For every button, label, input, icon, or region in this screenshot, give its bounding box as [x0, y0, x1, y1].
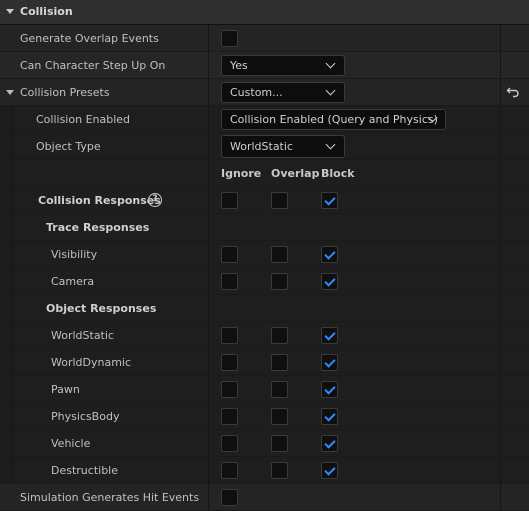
- ignore-checkbox[interactable]: [221, 435, 238, 452]
- row-worldstatic: WorldStatic: [0, 322, 529, 349]
- collision-presets-value: Custom...: [230, 86, 283, 99]
- block-checkbox[interactable]: [321, 354, 338, 371]
- object-type-dropdown[interactable]: WorldStatic: [221, 135, 345, 158]
- row-collision-presets: Collision Presets Custom...: [0, 79, 529, 106]
- row-object-responses: Object Responses: [0, 295, 529, 322]
- block-checkbox[interactable]: [321, 246, 338, 263]
- ignore-checkbox[interactable]: [221, 246, 238, 263]
- help-circle-icon[interactable]: ?: [148, 193, 162, 207]
- row-collision-enabled: Collision Enabled Collision Enabled (Que…: [0, 106, 529, 133]
- expand-arrow-icon[interactable]: [6, 90, 14, 95]
- overlap-checkbox[interactable]: [271, 273, 288, 290]
- generate-overlap-checkbox[interactable]: [221, 30, 238, 47]
- column-ignore: Ignore: [221, 167, 262, 180]
- row-generate-overlap: Generate Overlap Events: [0, 25, 529, 52]
- overlap-checkbox[interactable]: [271, 435, 288, 452]
- row-vehicle: Vehicle: [0, 430, 529, 457]
- block-checkbox[interactable]: [321, 192, 338, 209]
- overlap-checkbox[interactable]: [271, 327, 288, 344]
- collision-presets-label: Collision Presets: [20, 86, 110, 99]
- block-checkbox[interactable]: [321, 462, 338, 479]
- collision-enabled-value: Collision Enabled (Query and Physics): [230, 113, 438, 126]
- block-checkbox[interactable]: [321, 435, 338, 452]
- collapse-arrow-icon[interactable]: [6, 9, 14, 14]
- object-type-label: Object Type: [36, 140, 101, 153]
- destructible-label: Destructible: [51, 464, 118, 477]
- step-up-dropdown[interactable]: Yes: [221, 55, 345, 76]
- ignore-checkbox[interactable]: [221, 273, 238, 290]
- ignore-checkbox[interactable]: [221, 462, 238, 479]
- collision-enabled-label: Collision Enabled: [36, 113, 131, 126]
- pawn-label: Pawn: [51, 383, 80, 396]
- ignore-checkbox[interactable]: [221, 354, 238, 371]
- trace-responses-label: Trace Responses: [46, 221, 150, 234]
- object-responses-label: Object Responses: [46, 302, 157, 315]
- overlap-checkbox[interactable]: [271, 192, 288, 209]
- chevron-down-icon: [325, 58, 336, 69]
- row-worlddynamic: WorldDynamic: [0, 349, 529, 376]
- generate-overlap-label: Generate Overlap Events: [20, 32, 159, 45]
- ignore-checkbox[interactable]: [221, 381, 238, 398]
- section-title: Collision: [20, 5, 73, 18]
- object-type-value: WorldStatic: [230, 140, 293, 153]
- row-sim-hit-events: Simulation Generates Hit Events: [0, 484, 529, 511]
- block-checkbox[interactable]: [321, 408, 338, 425]
- overlap-checkbox[interactable]: [271, 408, 288, 425]
- row-destructible: Destructible: [0, 457, 529, 484]
- row-visibility: Visibility: [0, 241, 529, 268]
- block-checkbox[interactable]: [321, 327, 338, 344]
- collision-enabled-dropdown[interactable]: Collision Enabled (Query and Physics): [221, 109, 446, 130]
- row-trace-responses: Trace Responses: [0, 214, 529, 241]
- row-pawn: Pawn: [0, 376, 529, 403]
- row-column-headers: Ignore Overlap Block: [0, 160, 529, 187]
- ignore-checkbox[interactable]: [221, 192, 238, 209]
- overlap-checkbox[interactable]: [271, 381, 288, 398]
- column-overlap: Overlap: [271, 167, 320, 180]
- reset-arrow-icon[interactable]: [506, 85, 520, 99]
- row-object-type: Object Type WorldStatic: [0, 133, 529, 160]
- collision-responses-label: Collision Responses: [38, 194, 161, 207]
- collision-section-header[interactable]: Collision: [0, 0, 529, 25]
- chevron-down-icon: [325, 85, 336, 96]
- row-camera: Camera: [0, 268, 529, 295]
- row-step-up: Can Character Step Up On Yes: [0, 52, 529, 79]
- step-up-value: Yes: [230, 59, 248, 72]
- block-checkbox[interactable]: [321, 381, 338, 398]
- camera-label: Camera: [51, 275, 95, 288]
- row-physicsbody: PhysicsBody: [0, 403, 529, 430]
- overlap-checkbox[interactable]: [271, 246, 288, 263]
- vehicle-label: Vehicle: [51, 437, 91, 450]
- sim-hit-events-checkbox[interactable]: [221, 489, 238, 506]
- row-collision-responses: Collision Responses ?: [0, 187, 529, 214]
- chevron-down-icon: [325, 139, 336, 150]
- worldstatic-label: WorldStatic: [51, 329, 114, 342]
- sim-hit-events-label: Simulation Generates Hit Events: [20, 491, 200, 504]
- column-block: Block: [321, 167, 355, 180]
- worlddynamic-label: WorldDynamic: [51, 356, 132, 369]
- overlap-checkbox[interactable]: [271, 462, 288, 479]
- step-up-label: Can Character Step Up On: [20, 59, 166, 72]
- visibility-label: Visibility: [51, 248, 98, 261]
- collision-presets-dropdown[interactable]: Custom...: [221, 82, 345, 103]
- ignore-checkbox[interactable]: [221, 408, 238, 425]
- physicsbody-label: PhysicsBody: [51, 410, 120, 423]
- ignore-checkbox[interactable]: [221, 327, 238, 344]
- block-checkbox[interactable]: [321, 273, 338, 290]
- overlap-checkbox[interactable]: [271, 354, 288, 371]
